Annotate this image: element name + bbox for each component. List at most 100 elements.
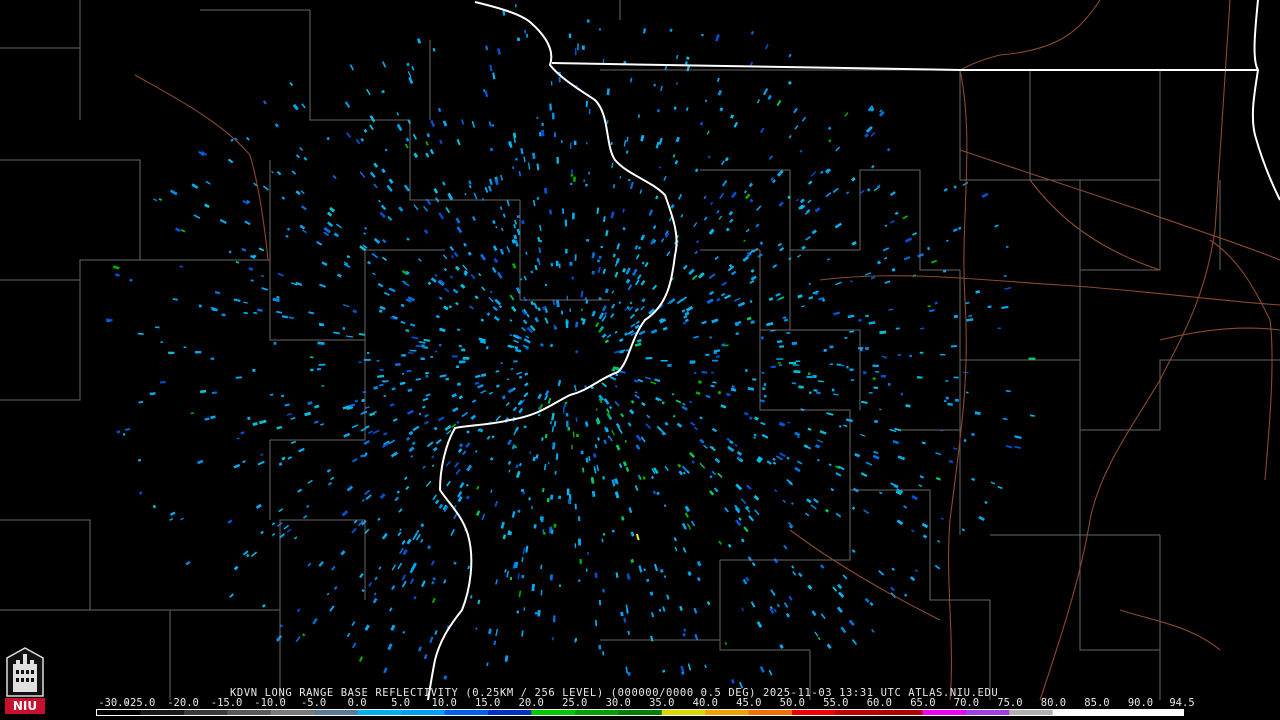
echo-speck	[153, 198, 158, 202]
echo-speck	[306, 504, 310, 509]
echo-speck	[372, 429, 380, 435]
echo-speck	[694, 633, 699, 640]
echo-speck	[258, 247, 265, 252]
echo-speck	[124, 428, 131, 431]
echo-speck	[655, 141, 660, 149]
echo-speck	[559, 584, 561, 587]
echo-speck	[438, 344, 442, 347]
echo-speck	[403, 184, 410, 192]
echo-speck	[666, 251, 671, 257]
echo-speck	[749, 198, 754, 203]
echo-speck	[662, 669, 666, 673]
echo-speck	[284, 403, 290, 407]
echo-speck	[634, 279, 640, 286]
echo-speck	[459, 482, 465, 489]
echo-speck	[951, 345, 957, 348]
echo-speck	[744, 412, 749, 416]
echo-speck	[840, 364, 845, 367]
echo-speck	[797, 254, 802, 258]
echo-speck	[379, 493, 386, 499]
echo-speck	[903, 505, 908, 509]
echo-speck	[772, 457, 776, 461]
echo-speck	[511, 511, 516, 518]
echo-speck	[425, 393, 431, 397]
echo-speck	[747, 556, 753, 562]
echo-speck	[476, 510, 481, 516]
echo-speck	[588, 171, 590, 175]
echo-speck	[521, 326, 527, 332]
echo-speck	[413, 596, 417, 600]
echo-speck	[276, 425, 283, 430]
color-scale-tick-label: 85.0	[1084, 697, 1110, 709]
echo-speck	[278, 508, 283, 513]
echo-speck	[810, 171, 817, 177]
echo-speck	[533, 524, 537, 529]
echo-speck	[569, 494, 572, 500]
echo-speck	[769, 607, 775, 614]
echo-speck	[699, 121, 704, 126]
echo-speck	[624, 308, 628, 311]
echo-speck	[763, 383, 767, 386]
echo-speck	[730, 387, 737, 392]
echo-speck	[389, 607, 393, 612]
echo-speck	[722, 180, 728, 187]
echo-speck	[602, 589, 605, 593]
echo-speck	[467, 565, 471, 570]
echo-speck	[289, 82, 294, 86]
echo-speck	[1004, 286, 1012, 290]
echo-speck	[137, 458, 142, 462]
echo-speck	[703, 216, 708, 221]
color-scale-tick-label: 15.0	[475, 697, 501, 709]
echo-speck	[517, 509, 521, 513]
echo-speck	[905, 404, 911, 408]
echo-speck	[761, 433, 769, 439]
echo-speck	[673, 106, 677, 110]
echo-speck	[661, 401, 665, 405]
color-scale-segment	[574, 710, 619, 715]
echo-speck	[785, 613, 790, 618]
echo-speck	[773, 608, 777, 613]
echo-speck	[615, 444, 621, 451]
echo-speck	[954, 398, 959, 402]
echo-speck	[990, 481, 996, 485]
echo-speck	[307, 401, 313, 406]
echo-speck	[636, 274, 642, 280]
echo-speck	[689, 421, 696, 427]
echo-speck	[660, 85, 663, 92]
echo-speck	[726, 392, 731, 397]
echo-speck	[748, 416, 753, 420]
echo-speck	[283, 524, 290, 530]
echo-speck	[1014, 445, 1021, 449]
echo-speck	[365, 494, 372, 501]
echo-speck	[462, 450, 467, 455]
echo-speck	[894, 211, 899, 215]
echo-speck	[795, 360, 801, 362]
echo-speck	[463, 242, 467, 247]
echo-speck	[405, 329, 410, 332]
echo-speck	[922, 534, 928, 539]
echo-speck	[641, 298, 646, 303]
echo-speck	[439, 139, 443, 145]
echo-speck	[398, 206, 404, 212]
echo-speck	[383, 667, 388, 674]
echo-speck	[788, 595, 793, 601]
echo-speck	[786, 331, 791, 334]
echo-speck	[149, 392, 156, 396]
echo-speck	[602, 268, 606, 274]
echo-speck	[686, 305, 694, 312]
color-scale-segment	[1139, 710, 1183, 715]
echo-speck	[642, 476, 646, 480]
echo-speck	[593, 466, 597, 474]
echo-speck	[370, 171, 376, 178]
echo-speck	[756, 99, 760, 104]
echo-speck	[850, 379, 855, 381]
echo-speck	[525, 251, 528, 255]
echo-speck	[754, 509, 760, 516]
echo-speck	[703, 195, 707, 200]
echo-speck	[449, 246, 454, 251]
echo-speck	[362, 499, 365, 502]
echo-speck	[716, 355, 720, 358]
echo-speck	[426, 133, 431, 138]
echo-speck	[458, 395, 463, 400]
echo-speck	[953, 376, 959, 379]
